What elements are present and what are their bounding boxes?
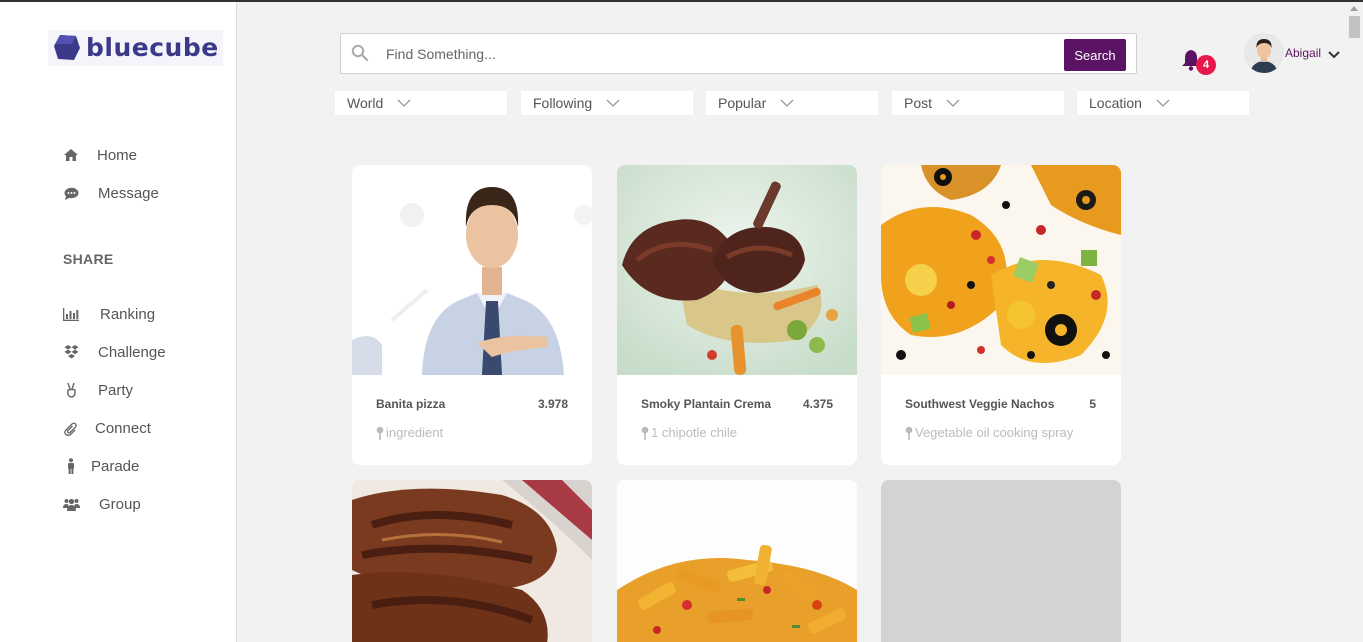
sidebar-item-label: Challenge [98, 343, 166, 361]
recipe-ingredient: 1 chipotle chile [641, 425, 737, 440]
users-icon [62, 495, 80, 513]
recipe-card[interactable]: Smoky Plantain Crema 4.375 1 chipotle ch… [617, 165, 857, 465]
filter-post[interactable]: Post [892, 91, 1064, 115]
filter-label: World [347, 95, 384, 111]
recipe-title: Banita pizza [376, 397, 446, 411]
sidebar-item-challenge[interactable]: Challenge [62, 340, 166, 364]
dropbox-icon [62, 343, 80, 361]
penne-pasta-image [617, 480, 857, 642]
recipe-ingredient: ingredient [376, 425, 443, 440]
sidebar-item-ranking[interactable]: Ranking [62, 302, 155, 326]
nachos-image [881, 165, 1121, 375]
user-avatar-image [1244, 33, 1284, 73]
scroll-thumb[interactable] [1349, 16, 1360, 38]
sidebar-item-group[interactable]: Group [62, 492, 141, 516]
sidebar-item-label: Connect [95, 419, 151, 437]
sidebar: bluecube Home Message SHARE Ranking Chal… [0, 2, 237, 642]
sidebar-item-label: Home [97, 146, 138, 164]
filter-label: Location [1089, 95, 1142, 111]
filter-label: Popular [718, 95, 767, 111]
chevron-down-icon [946, 99, 960, 107]
pin-icon [641, 426, 649, 440]
recipe-card[interactable]: Southwest Veggie Nachos 5 Vegetable oil … [881, 165, 1121, 465]
recipe-score: 3.978 [537, 397, 568, 411]
sidebar-item-label: Parade [91, 457, 140, 475]
paperclip-icon [62, 419, 80, 437]
recipe-title: Smoky Plantain Crema [641, 397, 772, 411]
sidebar-item-connect[interactable]: Connect [62, 416, 151, 440]
recipe-score: 4.375 [802, 397, 833, 411]
recipe-card[interactable] [352, 480, 592, 642]
recipe-card[interactable] [617, 480, 857, 642]
grilled-meat-dish-image [617, 165, 857, 375]
chevron-down-icon[interactable] [1327, 50, 1341, 60]
sidebar-item-label: Message [98, 184, 159, 202]
brand-logo[interactable]: bluecube [48, 30, 223, 66]
man-pointing-image [352, 165, 592, 375]
ingredient-text: Vegetable oil cooking spray [915, 425, 1074, 440]
sidebar-item-label: Ranking [100, 305, 156, 323]
filter-location[interactable]: Location [1077, 91, 1249, 115]
grilled-pork-chops-image [352, 480, 592, 642]
filter-label: Following [533, 95, 593, 111]
bar-chart-icon [62, 305, 80, 323]
sidebar-item-home[interactable]: Home [62, 143, 137, 167]
filter-label: Post [904, 95, 933, 111]
brand-name: bluecube [86, 32, 219, 62]
ingredient-text: ingredient [386, 425, 444, 440]
recipe-card[interactable] [881, 480, 1121, 642]
ingredient-text: 1 chipotle chile [651, 425, 737, 440]
search-icon [351, 44, 369, 62]
peace-hand-icon [62, 381, 80, 399]
chevron-down-icon [1156, 99, 1170, 107]
recipe-card[interactable]: Banita pizza 3.978 ingredient [352, 165, 592, 465]
notification-badge: 4 [1196, 55, 1216, 75]
chevron-down-icon [780, 99, 794, 107]
section-title-share: SHARE [63, 251, 114, 267]
filter-world[interactable]: World [335, 91, 507, 115]
placeholder-image [881, 480, 1121, 642]
sidebar-item-message[interactable]: Message [62, 181, 159, 205]
filter-popular[interactable]: Popular [706, 91, 878, 115]
filter-following[interactable]: Following [521, 91, 693, 115]
recipe-title: Southwest Veggie Nachos [905, 397, 1055, 411]
user-name[interactable]: Abigail [1285, 46, 1321, 60]
person-icon [62, 457, 80, 475]
search-input[interactable] [386, 42, 1046, 66]
sidebar-item-label: Party [98, 381, 134, 399]
chevron-down-icon [606, 99, 620, 107]
sidebar-item-label: Group [99, 495, 141, 513]
recipe-score: 5 [1089, 397, 1096, 411]
page-scrollbar[interactable] [1346, 2, 1363, 642]
home-icon [62, 146, 80, 164]
search-bar: Search [340, 33, 1137, 74]
sidebar-item-parade[interactable]: Parade [62, 454, 139, 478]
pin-icon [376, 426, 384, 440]
chevron-down-icon [397, 99, 411, 107]
cube-logo-icon [54, 35, 80, 60]
chat-icon [62, 184, 80, 202]
search-button[interactable]: Search [1064, 39, 1126, 71]
avatar[interactable] [1244, 33, 1284, 73]
recipe-ingredient: Vegetable oil cooking spray [905, 425, 1073, 440]
pin-icon [905, 426, 913, 440]
scroll-up-arrow-icon[interactable] [1350, 6, 1358, 11]
sidebar-item-party[interactable]: Party [62, 378, 133, 402]
